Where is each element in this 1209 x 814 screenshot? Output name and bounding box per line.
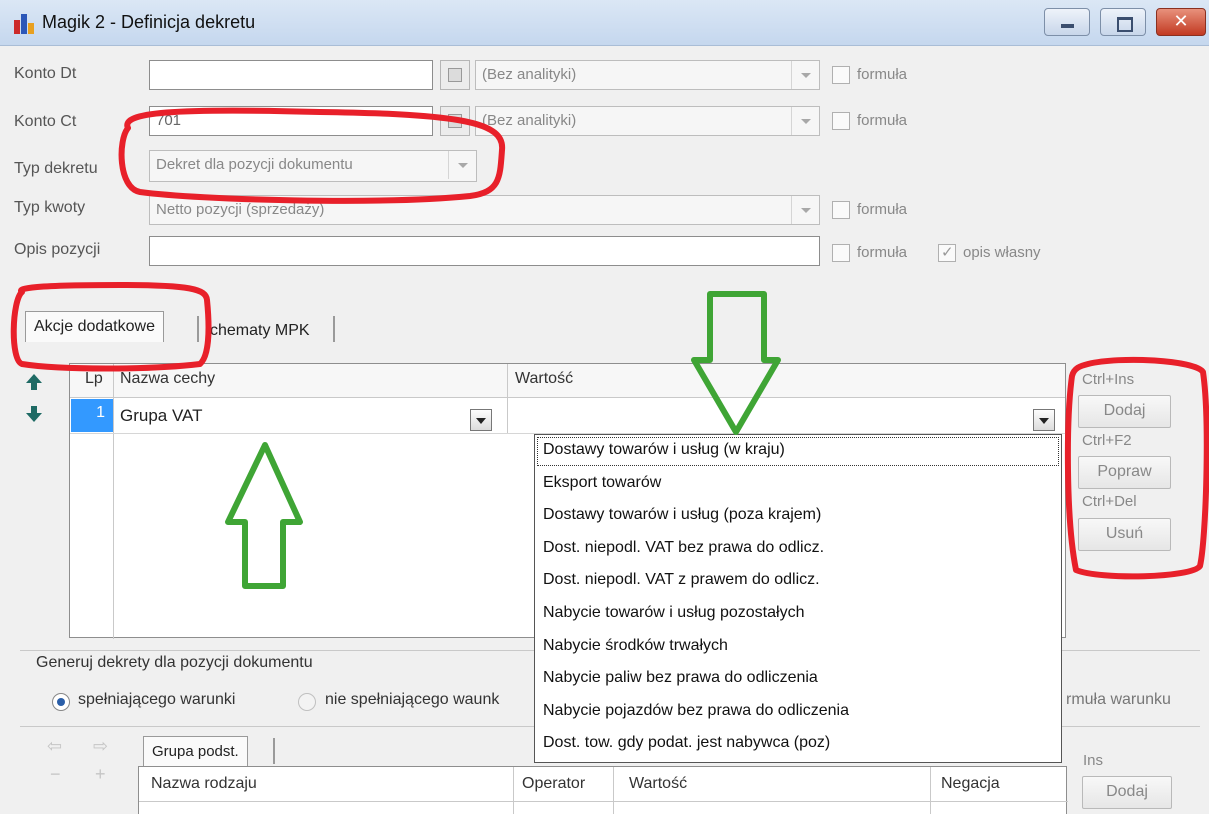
vat-group-dropdown-list: Dostawy towarów i usług (w kraju) Ekspor…	[534, 434, 1062, 763]
tab-akcje-dodatkowe[interactable]: Akcje dodatkowe	[25, 311, 164, 342]
conditions-grid: Nazwa rodzaju Operator Wartość Negacja	[138, 766, 1068, 814]
dropdown-option[interactable]: Dostawy towarów i usług (w kraju)	[535, 435, 1061, 468]
attribute-name-cell[interactable]: Grupa VAT	[120, 406, 203, 426]
dropdown-option[interactable]: Dost. niepodl. VAT z prawem do odlicz.	[535, 565, 1061, 598]
konto-dt-picker-button[interactable]	[440, 60, 470, 90]
konto-dt-formula-checkbox[interactable]	[832, 66, 850, 84]
tab-separator	[197, 316, 199, 342]
column-divider	[507, 364, 508, 434]
title-bar: Magik 2 - Definicja dekretu ✕	[0, 0, 1209, 46]
konto-dt-formula-label: formuła	[857, 66, 908, 83]
generate-group-title: Generuj dekrety dla pozycji dokumentu	[34, 654, 315, 672]
meeting-conditions-label: spełniającego warunki	[78, 691, 236, 708]
konto-ct-formula-label: formuła	[857, 112, 908, 129]
tab-separator	[333, 316, 335, 342]
dropdown-option[interactable]: Dostawy towarów i usług (poza krajem)	[535, 500, 1061, 533]
not-meeting-conditions-label: nie spełniającego waunk	[325, 691, 500, 708]
chevron-down-icon	[791, 61, 819, 89]
edit-shortcut-hint: Ctrl+F2	[1082, 432, 1132, 449]
opis-pozycji-label: Opis pozycji	[14, 241, 101, 258]
typ-kwoty-formula-label: formuła	[857, 201, 908, 218]
attribute-name-dropdown-button[interactable]	[470, 409, 492, 431]
dekret-definition-window: Magik 2 - Definicja dekretu ✕ Konto Dt (…	[0, 0, 1209, 814]
own-description-label: opis własny	[963, 244, 1041, 261]
dropdown-option[interactable]: Dost. niepodl. VAT bez prawa do odlicz.	[535, 533, 1061, 566]
dropdown-option[interactable]: Nabycie paliw bez prawa do odliczenia	[535, 663, 1061, 696]
dropdown-option[interactable]: Nabycie środków trwałych	[535, 631, 1061, 664]
back-arrow-icon[interactable]: ⇦	[47, 736, 62, 757]
chevron-down-icon	[791, 107, 819, 135]
ins-shortcut-hint: Ins	[1083, 752, 1104, 769]
remove-icon[interactable]: −	[50, 764, 61, 785]
tab-grupa-podst[interactable]: Grupa podst.	[143, 736, 248, 766]
column-header-type-name[interactable]: Nazwa rodzaju	[151, 775, 257, 793]
attribute-value-dropdown-button[interactable]	[1033, 409, 1055, 431]
row-number-cell[interactable]: 1	[71, 399, 113, 432]
grid-header: Lp Nazwa cechy Wartość	[70, 364, 1065, 398]
account-tree-icon	[448, 114, 462, 128]
column-header-value[interactable]: Wartość	[515, 370, 573, 388]
konto-ct-label: Konto Ct	[14, 113, 77, 130]
window-title: Magik 2 - Definicja dekretu	[42, 12, 256, 32]
typ-kwoty-formula-checkbox[interactable]	[832, 201, 850, 219]
typ-kwoty-select[interactable]: Netto pozycji (sprzedaży)	[149, 195, 820, 225]
column-header-name[interactable]: Nazwa cechy	[120, 370, 215, 388]
chevron-down-icon	[448, 151, 476, 179]
opis-pozycji-input[interactable]	[149, 236, 820, 266]
add-button[interactable]: Dodaj	[1078, 395, 1171, 428]
not-meeting-conditions-radio[interactable]	[298, 693, 316, 711]
account-tree-icon	[448, 68, 462, 82]
minimize-button[interactable]	[1044, 8, 1090, 36]
column-divider	[513, 767, 514, 814]
typ-dekretu-label: Typ dekretu	[14, 160, 98, 177]
opis-pozycji-formula-label: formuła	[857, 244, 908, 261]
dropdown-option[interactable]: Eksport towarów	[535, 468, 1061, 501]
add-icon[interactable]: +	[95, 764, 106, 785]
typ-kwoty-label: Typ kwoty	[14, 199, 86, 216]
typ-dekretu-select[interactable]: Dekret dla pozycji dokumentu	[149, 150, 477, 182]
delete-button[interactable]: Usuń	[1078, 518, 1171, 551]
forward-arrow-icon[interactable]: ⇨	[93, 736, 108, 757]
dropdown-option[interactable]: Nabycie pojazdów bez prawa do odliczenia	[535, 696, 1061, 729]
app-logo-icon	[14, 14, 36, 34]
column-divider	[613, 767, 614, 814]
close-button[interactable]: ✕	[1156, 8, 1206, 36]
delete-shortcut-hint: Ctrl+Del	[1082, 493, 1137, 510]
konto-ct-analytics-select[interactable]: (Bez analityki)	[475, 106, 820, 136]
add-shortcut-hint: Ctrl+Ins	[1082, 371, 1135, 388]
konto-dt-input[interactable]	[149, 60, 433, 90]
move-up-icon[interactable]	[24, 372, 44, 392]
meeting-conditions-radio[interactable]	[52, 693, 70, 711]
column-header-negation[interactable]: Negacja	[941, 775, 1000, 793]
edit-button[interactable]: Popraw	[1078, 456, 1171, 489]
konto-ct-formula-checkbox[interactable]	[832, 112, 850, 130]
column-divider	[930, 767, 931, 814]
row-divider	[139, 801, 1068, 802]
maximize-button[interactable]	[1100, 8, 1146, 36]
column-header-operator[interactable]: Operator	[522, 775, 585, 793]
konto-dt-label: Konto Dt	[14, 65, 77, 82]
dropdown-option[interactable]: Dost. tow. gdy podat. jest nabywca (poz)	[535, 728, 1061, 761]
tab-separator	[273, 738, 275, 764]
column-header-value[interactable]: Wartość	[629, 775, 687, 793]
add-condition-button[interactable]: Dodaj	[1082, 776, 1172, 809]
konto-dt-analytics-select[interactable]: (Bez analityki)	[475, 60, 820, 90]
konto-ct-input[interactable]: 701	[149, 106, 433, 136]
tab-schematy-mpk[interactable]: chematy MPK	[202, 316, 318, 346]
move-down-icon[interactable]	[24, 404, 44, 424]
opis-pozycji-formula-checkbox[interactable]	[832, 244, 850, 262]
column-header-lp[interactable]: Lp	[85, 370, 103, 388]
column-divider	[113, 364, 114, 639]
own-description-checkbox[interactable]	[938, 243, 956, 262]
konto-ct-picker-button[interactable]	[440, 106, 470, 136]
formula-condition-label[interactable]: rmuła warunku	[1066, 691, 1171, 709]
chevron-down-icon	[791, 196, 819, 224]
dropdown-option[interactable]: Nabycie towarów i usług pozostałych	[535, 598, 1061, 631]
close-icon: ✕	[1173, 11, 1189, 31]
